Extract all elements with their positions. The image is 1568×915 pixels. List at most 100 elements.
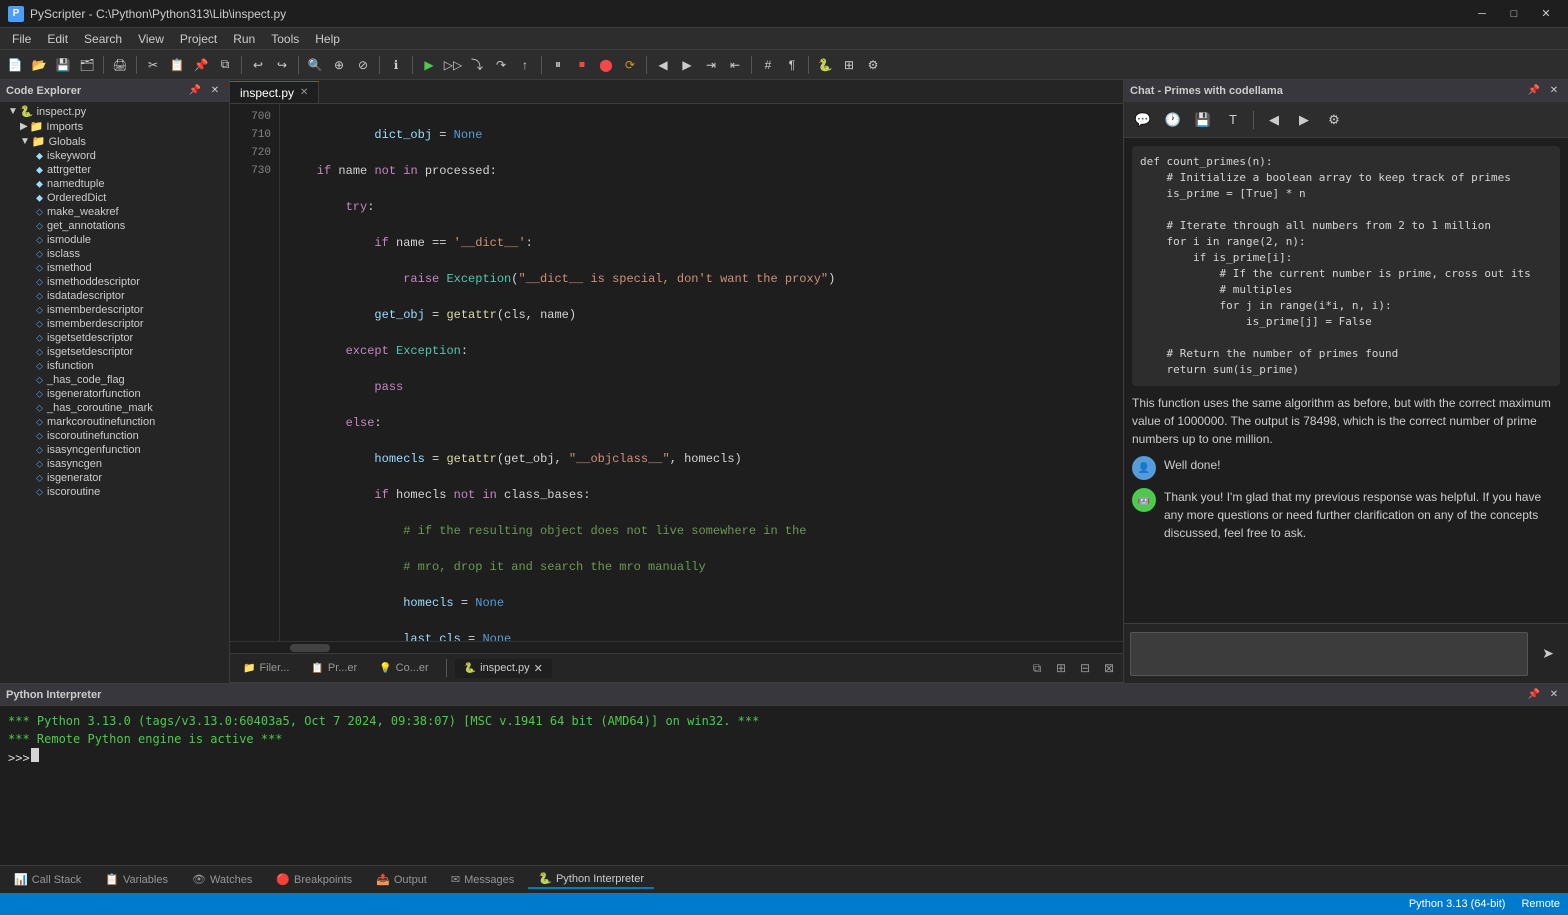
- sidebar-item-markcoroutinefunction[interactable]: ⬦ markcoroutinefunction: [0, 415, 229, 429]
- sidebar-pin-button[interactable]: 📌: [187, 83, 203, 99]
- sidebar-item-globals[interactable]: ▼ 📁 Globals: [0, 134, 229, 149]
- sidebar-item-attrgetter[interactable]: ⬥ attrgetter: [0, 163, 229, 177]
- menu-edit[interactable]: Edit: [39, 30, 76, 48]
- tab-filer[interactable]: 📁 Filer...: [234, 659, 298, 677]
- terminate-button[interactable]: ⬤: [595, 54, 617, 76]
- sidebar-item-ismemberdescriptor2[interactable]: ⬦ ismemberdescriptor: [0, 317, 229, 331]
- chat-send-button[interactable]: ➤: [1534, 632, 1562, 676]
- interpreter-content[interactable]: *** Python 3.13.0 (tags/v3.13.0:60403a5,…: [0, 706, 1568, 865]
- chat-new-button[interactable]: 💬: [1130, 107, 1156, 133]
- tab-breakpoints[interactable]: 🔴 Breakpoints: [266, 871, 362, 888]
- menu-run[interactable]: Run: [225, 30, 263, 48]
- sidebar-item-make-weakref[interactable]: ⬦ make_weakref: [0, 205, 229, 219]
- new-button[interactable]: 📄: [4, 54, 26, 76]
- sidebar-item-isclass[interactable]: ⬦ isclass: [0, 247, 229, 261]
- code-content[interactable]: dict_obj = None if name not in processed…: [280, 104, 1123, 641]
- sidebar-item-ismethod[interactable]: ⬦ ismethod: [0, 261, 229, 275]
- save-all-button[interactable]: 🗂: [76, 54, 98, 76]
- sidebar-item-isgeneratorfunction[interactable]: ⬦ isgeneratorfunction: [0, 387, 229, 401]
- tab-python-interpreter[interactable]: 🐍 Python Interpreter: [528, 870, 654, 889]
- help-button[interactable]: ℹ: [385, 54, 407, 76]
- redo-button[interactable]: ↪: [271, 54, 293, 76]
- menu-file[interactable]: File: [4, 30, 39, 48]
- sidebar-item-has-code-flag[interactable]: ⬦ _has_code_flag: [0, 373, 229, 387]
- comment-button[interactable]: #: [757, 54, 779, 76]
- sidebar-item-has-coroutine-mark[interactable]: ⬦ _has_coroutine_mark: [0, 401, 229, 415]
- menu-project[interactable]: Project: [172, 30, 225, 48]
- sidebar-item-isasyncgen[interactable]: ⬦ isasyncgen: [0, 457, 229, 471]
- step-into-button[interactable]: ⤵: [466, 54, 488, 76]
- sidebar-item-ordereddict[interactable]: ⬥ OrderedDict: [0, 191, 229, 205]
- sidebar-item-root-file[interactable]: ▼ 🐍 inspect.py: [0, 104, 229, 119]
- chat-settings-button[interactable]: ⚙: [1321, 107, 1347, 133]
- duplicate-button[interactable]: ⧉: [214, 54, 236, 76]
- open-button[interactable]: 📂: [28, 54, 50, 76]
- maximize-button[interactable]: □: [1500, 4, 1528, 24]
- bottom-icon-2[interactable]: ⊞: [1051, 658, 1071, 678]
- save-button[interactable]: 💾: [52, 54, 74, 76]
- chat-forward-button[interactable]: ▶: [1291, 107, 1317, 133]
- search-button[interactable]: 🔍: [304, 54, 326, 76]
- sidebar-close-button[interactable]: ✕: [207, 83, 223, 99]
- nav-back-button[interactable]: ◀: [652, 54, 674, 76]
- minimize-button[interactable]: ─: [1468, 4, 1496, 24]
- sidebar-item-iskeyword[interactable]: ⬥ iskeyword: [0, 149, 229, 163]
- horizontal-scrollbar[interactable]: [230, 641, 1123, 653]
- settings-button[interactable]: ⚙: [862, 54, 884, 76]
- replace-button[interactable]: ⊘: [352, 54, 374, 76]
- chat-save-button[interactable]: 💾: [1190, 107, 1216, 133]
- chat-back-button[interactable]: ◀: [1261, 107, 1287, 133]
- close-button[interactable]: ✕: [1532, 4, 1560, 24]
- interpreter-pin-button[interactable]: 📌: [1526, 687, 1542, 703]
- paste-button[interactable]: 📌: [190, 54, 212, 76]
- tab-project[interactable]: 📋 Pr...er: [302, 659, 366, 677]
- sidebar-item-isgenerator[interactable]: ⬦ isgenerator: [0, 471, 229, 485]
- tab-close-icon[interactable]: ✕: [300, 87, 308, 98]
- sidebar-item-namedtuple[interactable]: ⬥ namedtuple: [0, 177, 229, 191]
- tab-watches[interactable]: 👁 Watches: [182, 871, 262, 888]
- tab-call-stack[interactable]: 📊 Call Stack: [4, 871, 91, 888]
- sidebar-item-isgetsetdescriptor2[interactable]: ⬦ isgetsetdescriptor: [0, 345, 229, 359]
- tab-variables[interactable]: 📋 Variables: [95, 871, 178, 888]
- cut-button[interactable]: ✂: [142, 54, 164, 76]
- sidebar-item-ismemberdescriptor[interactable]: ⬦ ismemberdescriptor: [0, 303, 229, 317]
- stop-button[interactable]: ⏹: [571, 54, 593, 76]
- tab-inspect-active[interactable]: 🐍 inspect.py ✕: [455, 659, 552, 678]
- menu-tools[interactable]: Tools: [263, 30, 307, 48]
- print-button[interactable]: 🖨: [109, 54, 131, 76]
- sidebar-item-imports[interactable]: ▶ 📁 Imports: [0, 119, 229, 134]
- interpreter-close-button[interactable]: ✕: [1546, 687, 1562, 703]
- browser-button[interactable]: ⊞: [838, 54, 860, 76]
- bottom-icon-4[interactable]: ⊠: [1099, 658, 1119, 678]
- undo-button[interactable]: ↩: [247, 54, 269, 76]
- tab-messages[interactable]: ✉ Messages: [441, 871, 524, 888]
- find-next-button[interactable]: ⊕: [328, 54, 350, 76]
- menu-help[interactable]: Help: [307, 30, 348, 48]
- sidebar-item-isdatadescriptor[interactable]: ⬦ isdatadescriptor: [0, 289, 229, 303]
- sidebar-item-iscoroutinefunction[interactable]: ⬦ iscoroutinefunction: [0, 429, 229, 443]
- sidebar-item-get-annotations[interactable]: ⬦ get_annotations: [0, 219, 229, 233]
- sidebar-item-isfunction[interactable]: ⬦ isfunction: [0, 359, 229, 373]
- sidebar-item-ismodule[interactable]: ⬦ ismodule: [0, 233, 229, 247]
- nav-forward-button[interactable]: ▶: [676, 54, 698, 76]
- chat-text-button[interactable]: T: [1220, 107, 1246, 133]
- sidebar-item-ismethoddescriptor[interactable]: ⬦ ismethoddescriptor: [0, 275, 229, 289]
- chat-history-button[interactable]: 🕐: [1160, 107, 1186, 133]
- run-button[interactable]: ▶: [418, 54, 440, 76]
- sidebar-item-iscoroutine[interactable]: ⬦ iscoroutine: [0, 485, 229, 499]
- run-debug-button[interactable]: ▷▷: [442, 54, 464, 76]
- menu-view[interactable]: View: [130, 30, 172, 48]
- uncomment-button[interactable]: ¶: [781, 54, 803, 76]
- bottom-icon-3[interactable]: ⊟: [1075, 658, 1095, 678]
- inspect-tab-close[interactable]: ✕: [534, 662, 543, 675]
- pause-button[interactable]: ⏸: [547, 54, 569, 76]
- indent-button[interactable]: ⇥: [700, 54, 722, 76]
- chat-input[interactable]: [1130, 632, 1528, 676]
- bottom-icon-1[interactable]: ⧉: [1027, 658, 1047, 678]
- sidebar-item-isgetsetdescriptor[interactable]: ⬦ isgetsetdescriptor: [0, 331, 229, 345]
- unindent-button[interactable]: ⇤: [724, 54, 746, 76]
- tab-inspect-py[interactable]: inspect.py ✕: [230, 81, 319, 103]
- menu-search[interactable]: Search: [76, 30, 130, 48]
- step-out-button[interactable]: ↑: [514, 54, 536, 76]
- copy-button[interactable]: 📋: [166, 54, 188, 76]
